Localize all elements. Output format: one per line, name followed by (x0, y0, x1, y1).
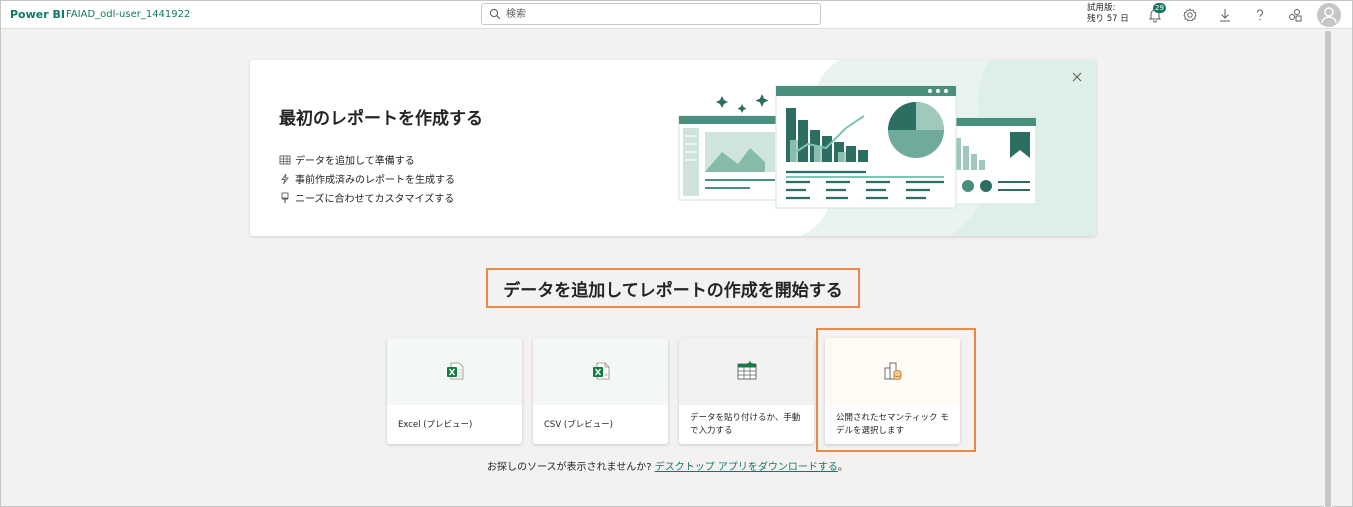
card-header (387, 338, 522, 405)
excel-source-card[interactable]: Excel (プレビュー) (387, 338, 522, 444)
trial-status[interactable]: 試用版: 残り 57 日 (1087, 3, 1129, 25)
table-icon (279, 155, 291, 164)
sparkle-icon (281, 173, 289, 184)
create-report-banner: 最初のレポートを作成する データを追加して準備する 事前作成済みのレポートを生成… (250, 60, 1096, 236)
download-desktop-link[interactable]: デスクトップ アプリをダウンロードする (655, 462, 838, 473)
csv-source-card[interactable]: a, CSV (プレビュー) (533, 338, 668, 444)
footer-suffix: 。 (837, 462, 848, 473)
workspace-name[interactable]: FAIAD_odl-user_1441922 (66, 9, 190, 20)
report-illustration (678, 60, 1096, 236)
feature-item: 事前作成済みのレポートを生成する (279, 171, 455, 186)
feature-label: データを追加して準備する (295, 156, 415, 167)
excel-icon (447, 362, 464, 380)
feature-label: ニーズに合わせてカスタマイズする (295, 194, 455, 205)
card-label: CSV (プレビュー) (544, 419, 613, 430)
section-heading: データを追加してレポートの作成を開始する (486, 268, 860, 308)
feature-item: データを追加して準備する (279, 152, 415, 167)
trial-label: 試用版: (1087, 3, 1116, 13)
table-entry-icon (737, 361, 757, 380)
top-bar: Power BI FAIAD_odl-user_1441922 試用版: 残り … (1, 1, 1352, 29)
csv-icon: a, (593, 362, 610, 380)
help-icon[interactable] (1252, 7, 1268, 23)
avatar[interactable] (1317, 3, 1341, 27)
gear-icon[interactable] (1182, 7, 1198, 23)
card-header (679, 338, 814, 405)
card-label: Excel (プレビュー) (398, 419, 473, 430)
footer-prefix: お探しのソースが表示されませんか? (487, 462, 652, 473)
card-label: データを貼り付けるか、手動で入力する (690, 413, 801, 436)
svg-text:a,: a, (605, 372, 609, 377)
card-header: a, (533, 338, 668, 405)
user-icon (1321, 7, 1337, 24)
app-brand[interactable]: Power BI (10, 8, 65, 21)
banner-title: 最初のレポートを作成する (279, 109, 483, 129)
search-input[interactable] (506, 6, 806, 22)
feature-item: ニーズに合わせてカスタマイズする (279, 190, 454, 205)
close-icon[interactable] (1070, 70, 1084, 84)
feature-label: 事前作成済みのレポートを生成する (295, 175, 455, 186)
search-icon (489, 8, 501, 20)
scrollbar[interactable] (1325, 31, 1331, 507)
trial-days: 残り 57 日 (1087, 14, 1129, 24)
enter-data-card[interactable]: データを貼り付けるか、手動で入力する (679, 338, 814, 444)
selection-highlight (816, 328, 976, 452)
search-box[interactable] (481, 3, 821, 25)
download-icon[interactable] (1217, 7, 1233, 23)
share-feedback-icon[interactable] (1287, 7, 1303, 23)
footer-note: お探しのソースが表示されませんか? デスクトップ アプリをダウンロードする。 (487, 458, 848, 473)
notification-badge: 29 (1153, 3, 1166, 13)
brush-icon (281, 192, 289, 203)
